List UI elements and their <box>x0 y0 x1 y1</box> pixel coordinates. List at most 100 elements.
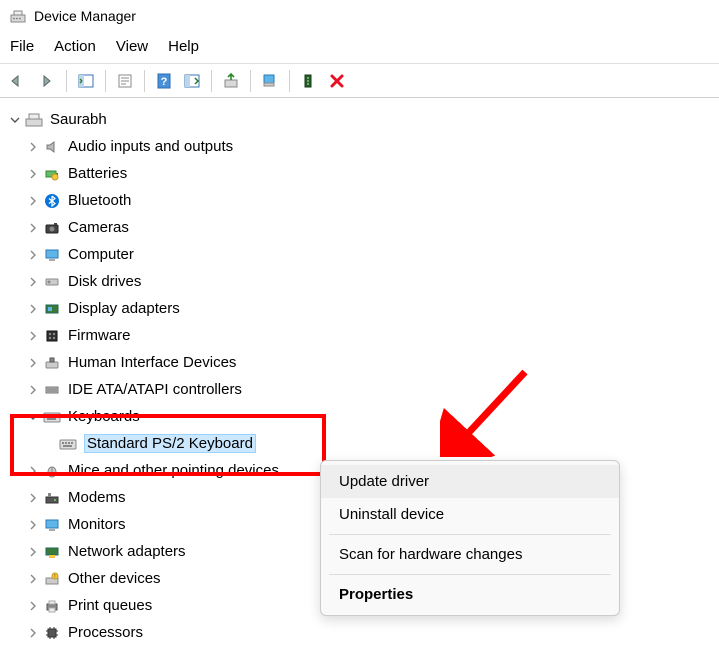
chevron-right-icon[interactable] <box>26 518 40 532</box>
chevron-right-icon[interactable] <box>26 545 40 559</box>
chevron-right-icon[interactable] <box>26 572 40 586</box>
keyboard-icon <box>58 435 78 453</box>
tree-category-keyboards[interactable]: Keyboards <box>4 403 715 430</box>
tree-item-label: Network adapters <box>68 543 186 560</box>
tree-device-standard-keyboard[interactable]: Standard PS/2 Keyboard <box>4 430 715 457</box>
tree-item-label: Firmware <box>68 327 131 344</box>
app-icon <box>10 8 26 24</box>
svg-text:!: ! <box>54 574 55 580</box>
tree-item-label: Computer <box>68 246 134 263</box>
tree-category[interactable]: Bluetooth <box>4 187 715 214</box>
display-adapter-icon <box>42 300 62 318</box>
menubar: File Action View Help <box>0 32 719 64</box>
chevron-down-icon[interactable] <box>26 410 40 424</box>
menu-file[interactable]: File <box>10 38 34 55</box>
hid-icon <box>42 354 62 372</box>
chevron-right-icon[interactable] <box>26 383 40 397</box>
help-button[interactable]: ? <box>151 68 177 94</box>
tree-item-label: Batteries <box>68 165 127 182</box>
titlebar: Device Manager <box>0 0 719 32</box>
toolbar-separator <box>66 70 67 92</box>
chevron-down-icon[interactable] <box>8 113 22 127</box>
tree-item-label: Standard PS/2 Keyboard <box>84 434 256 453</box>
menu-help[interactable]: Help <box>168 38 199 55</box>
forward-button[interactable] <box>34 68 60 94</box>
context-menu-scan-hardware[interactable]: Scan for hardware changes <box>321 538 619 571</box>
context-menu-separator <box>329 534 611 535</box>
context-menu-uninstall-device[interactable]: Uninstall device <box>321 498 619 531</box>
tree-category[interactable]: Disk drives <box>4 268 715 295</box>
toolbar-separator <box>105 70 106 92</box>
tree-category[interactable]: Display adapters <box>4 295 715 322</box>
chevron-right-icon[interactable] <box>26 140 40 154</box>
tree-item-label: IDE ATA/ATAPI controllers <box>68 381 242 398</box>
bluetooth-icon <box>42 192 62 210</box>
tree-item-label: Disk drives <box>68 273 141 290</box>
other-devices-icon: ! <box>42 570 62 588</box>
menu-view[interactable]: View <box>116 38 148 55</box>
update-driver-button[interactable] <box>218 68 244 94</box>
tree-root[interactable]: Saurabh <box>4 106 715 133</box>
network-icon <box>42 543 62 561</box>
chevron-right-icon[interactable] <box>26 248 40 262</box>
chevron-right-icon[interactable] <box>26 356 40 370</box>
camera-icon <box>42 219 62 237</box>
chevron-right-icon[interactable] <box>26 491 40 505</box>
computer-icon <box>24 111 44 129</box>
tree-item-label: Keyboards <box>68 408 140 425</box>
toolbar-separator <box>144 70 145 92</box>
tree-root-label: Saurabh <box>50 111 107 128</box>
uninstall-button[interactable] <box>257 68 283 94</box>
chevron-right-icon[interactable] <box>26 221 40 235</box>
toolbar-separator <box>250 70 251 92</box>
chevron-right-icon[interactable] <box>26 464 40 478</box>
chevron-right-icon[interactable] <box>26 302 40 316</box>
audio-icon <box>42 138 62 156</box>
disk-icon <box>42 273 62 291</box>
toolbar: ? <box>0 64 719 98</box>
chevron-right-icon[interactable] <box>26 167 40 181</box>
context-menu-update-driver[interactable]: Update driver <box>321 465 619 498</box>
chevron-right-icon[interactable] <box>26 329 40 343</box>
svg-text:?: ? <box>161 76 168 88</box>
tree-item-label: Processors <box>68 624 143 641</box>
chevron-right-icon[interactable] <box>26 275 40 289</box>
context-menu-properties[interactable]: Properties <box>321 578 619 611</box>
back-button[interactable] <box>6 68 32 94</box>
tree-item-label: Display adapters <box>68 300 180 317</box>
tree-item-label: Bluetooth <box>68 192 131 209</box>
add-driver-button[interactable] <box>296 68 322 94</box>
remove-button[interactable] <box>324 68 350 94</box>
toolbar-separator <box>211 70 212 92</box>
tree-item-label: Other devices <box>68 570 161 587</box>
tree-category[interactable]: Computer <box>4 241 715 268</box>
tree-category[interactable]: Audio inputs and outputs <box>4 133 715 160</box>
scan-button[interactable] <box>179 68 205 94</box>
ide-icon <box>42 381 62 399</box>
tree-category[interactable]: Human Interface Devices <box>4 349 715 376</box>
show-hide-tree-button[interactable] <box>73 68 99 94</box>
chevron-right-icon[interactable] <box>26 194 40 208</box>
chevron-right-icon[interactable] <box>26 626 40 640</box>
modem-icon <box>42 489 62 507</box>
tree-item-label: Modems <box>68 489 126 506</box>
firmware-icon <box>42 327 62 345</box>
tree-category[interactable]: Batteries <box>4 160 715 187</box>
mouse-icon <box>42 462 62 480</box>
printer-icon <box>42 597 62 615</box>
context-menu: Update driver Uninstall device Scan for … <box>320 460 620 616</box>
tree-category[interactable]: IDE ATA/ATAPI controllers <box>4 376 715 403</box>
tree-category[interactable]: Cameras <box>4 214 715 241</box>
menu-action[interactable]: Action <box>54 38 96 55</box>
chevron-right-icon[interactable] <box>26 599 40 613</box>
tree-category[interactable]: Firmware <box>4 322 715 349</box>
tree-item-label: Monitors <box>68 516 126 533</box>
tree-item-label: Print queues <box>68 597 152 614</box>
monitor-icon <box>42 246 62 264</box>
properties-button[interactable] <box>112 68 138 94</box>
tree-category[interactable]: Processors <box>4 619 715 646</box>
tree-item-label: Cameras <box>68 219 129 236</box>
battery-icon <box>42 165 62 183</box>
window-title: Device Manager <box>34 8 136 24</box>
keyboard-icon <box>42 408 62 426</box>
